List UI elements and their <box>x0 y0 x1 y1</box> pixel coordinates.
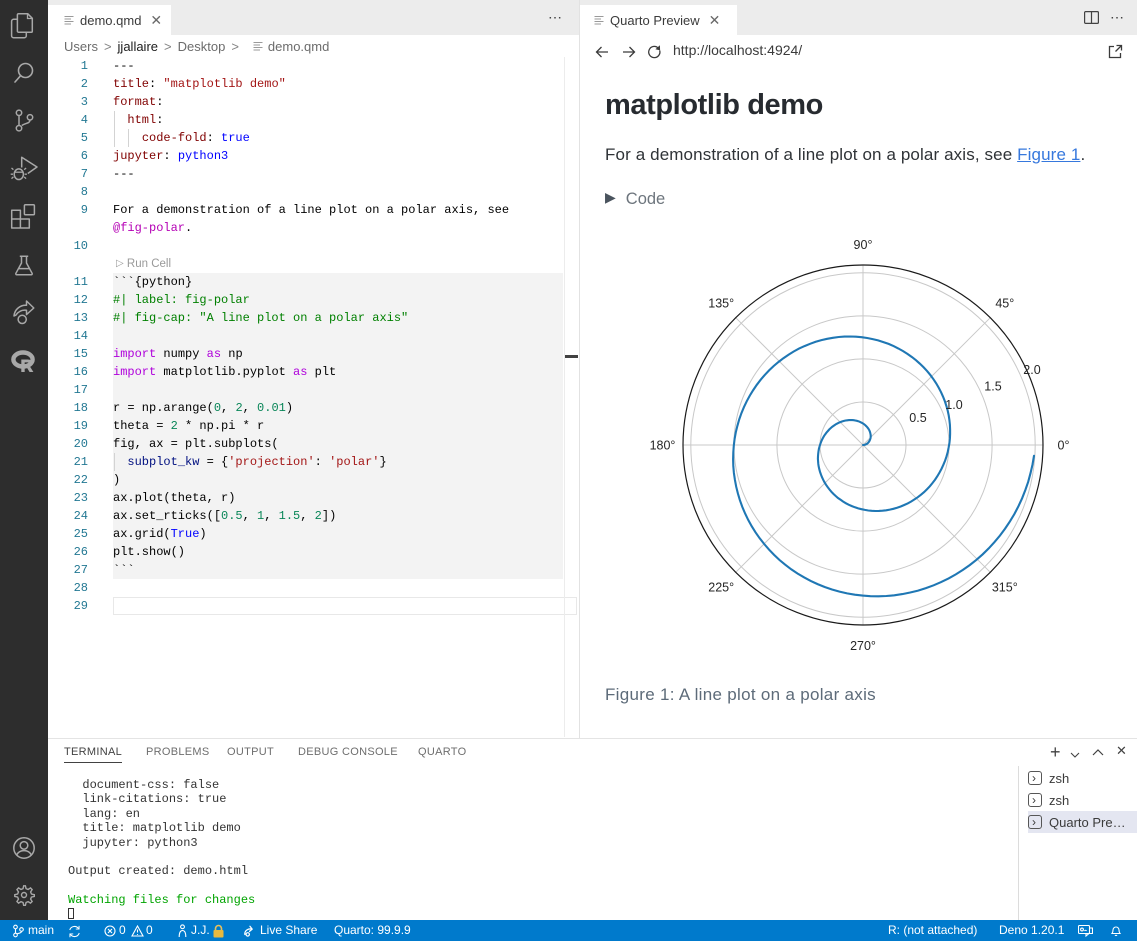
svg-text:1.5: 1.5 <box>984 380 1001 394</box>
svg-text:180°: 180° <box>650 439 676 453</box>
svg-text:R: R <box>21 357 33 375</box>
svg-text:90°: 90° <box>854 238 873 252</box>
svg-text:270°: 270° <box>850 639 876 653</box>
svg-text:0.5: 0.5 <box>909 411 926 425</box>
svg-text:2.0: 2.0 <box>1023 363 1040 377</box>
svg-text:225°: 225° <box>708 580 734 594</box>
svg-text:1.0: 1.0 <box>945 398 962 412</box>
svg-text:45°: 45° <box>995 297 1014 311</box>
svg-text:315°: 315° <box>992 580 1018 594</box>
svg-text:0°: 0° <box>1058 439 1070 453</box>
svg-text:135°: 135° <box>708 297 734 311</box>
